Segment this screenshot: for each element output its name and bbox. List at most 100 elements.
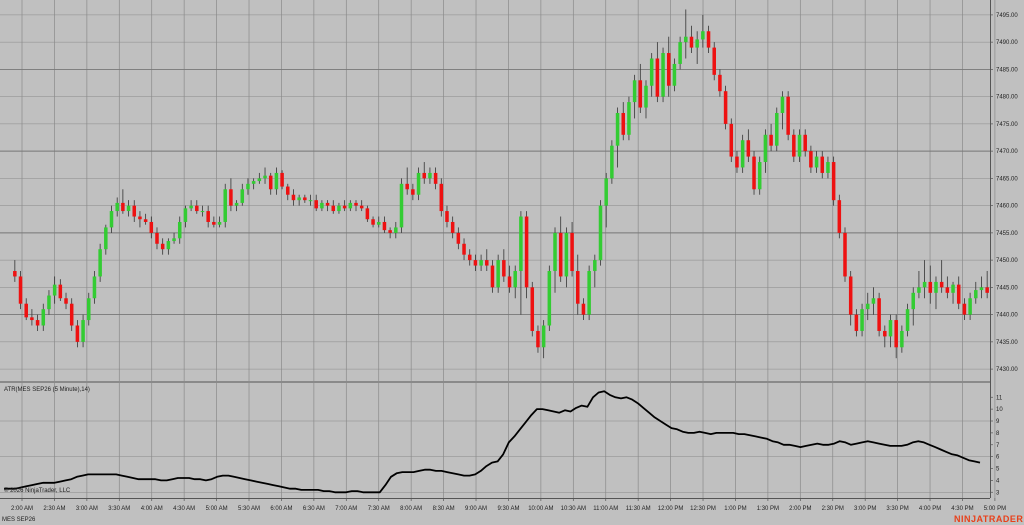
candle-body <box>24 303 28 318</box>
time-tick-label: 4:30 PM <box>951 506 973 512</box>
candle-body <box>160 243 165 250</box>
candle-body <box>553 232 557 272</box>
candle-body <box>570 232 574 272</box>
candle-body <box>883 330 887 337</box>
candle-body <box>195 205 199 212</box>
candle-body <box>149 221 154 233</box>
candle-body <box>644 85 648 108</box>
candle-body <box>689 36 694 48</box>
candle-body <box>917 287 921 293</box>
time-tick-label: 1:00 PM <box>724 506 746 512</box>
candle-body <box>422 172 427 179</box>
candle-body <box>780 96 785 113</box>
candle-body <box>513 271 517 288</box>
candle-body <box>723 91 728 124</box>
candle-body <box>280 172 284 187</box>
candle-body <box>615 112 620 146</box>
candle-body <box>257 178 262 182</box>
candle-body <box>672 63 677 86</box>
time-axis: 2:00 AM 2:30 AM 3:00 AM 3:30 AM 4:00 AM 4:30 … <box>11 498 1006 512</box>
candle-body <box>945 287 950 293</box>
atr-tick-label: 8 <box>996 431 1000 437</box>
candle-body <box>109 211 114 228</box>
candle-body <box>900 330 904 348</box>
price-tick-label: 7445.00 <box>996 285 1018 291</box>
candle-body <box>530 287 535 331</box>
candle-body <box>143 219 148 222</box>
candle-body <box>922 281 927 288</box>
candle-body <box>126 205 131 212</box>
candle-body <box>286 186 290 195</box>
candle-body <box>604 178 608 206</box>
candle-body <box>297 197 301 201</box>
time-tick-label: 4:00 AM <box>141 506 163 512</box>
candle-body <box>69 303 74 326</box>
atr-tick-label: 11 <box>996 395 1003 401</box>
candle-body <box>405 183 409 190</box>
price-tick-label: 7440.00 <box>996 313 1018 319</box>
time-tick-label: 2:00 AM <box>11 506 33 512</box>
candle-body <box>485 260 489 266</box>
price-tick-label: 7490.00 <box>996 40 1018 46</box>
candle-body <box>701 31 705 40</box>
price-candles <box>13 9 989 359</box>
time-tick-label: 3:00 AM <box>76 506 98 512</box>
time-tick-label: 8:00 AM <box>400 506 422 512</box>
candle-body <box>399 183 404 228</box>
atr-tick-label: 6 <box>996 455 1000 461</box>
candle-body <box>757 162 762 190</box>
price-axis: 7430.00 7435.00 7440.00 7445.00 7450.00 7455.… <box>990 13 1018 373</box>
time-tick-label: 1:30 PM <box>757 506 779 512</box>
candle-body <box>450 221 455 233</box>
candle-body <box>775 112 779 146</box>
candle-body <box>797 134 802 157</box>
candle-body <box>104 227 108 250</box>
price-tick-label: 7460.00 <box>996 204 1018 210</box>
atr-panel <box>4 390 981 494</box>
time-tick-label: 11:00 AM <box>593 506 618 512</box>
candle-body <box>479 260 483 266</box>
candle-body <box>507 276 512 288</box>
candle-body <box>172 238 176 242</box>
candle-body <box>956 284 961 304</box>
time-tick-label: 12:30 PM <box>690 506 716 512</box>
candle-body <box>13 271 17 277</box>
price-tick-label: 7455.00 <box>996 231 1018 237</box>
candle-body <box>820 156 825 173</box>
candle-body <box>382 221 387 231</box>
candle-body <box>894 320 898 348</box>
candle-body <box>814 156 819 168</box>
atr-tick-label: 9 <box>996 419 1000 425</box>
candle-body <box>92 276 97 299</box>
candle-body <box>536 330 540 348</box>
time-tick-label: 3:30 PM <box>886 506 908 512</box>
candle-body <box>695 39 699 48</box>
candle-body <box>308 200 313 202</box>
candle-body <box>803 134 807 152</box>
copyright-label: © 2026 NinjaTrader, LLC <box>4 487 71 494</box>
candle-body <box>928 281 933 293</box>
candle-body <box>132 205 137 217</box>
candle-body <box>638 80 643 108</box>
candle-body <box>41 309 46 326</box>
candle-body <box>223 189 227 222</box>
candle-body <box>865 303 870 310</box>
candle-body <box>263 175 267 179</box>
price-tick-label: 7470.00 <box>996 149 1018 155</box>
price-tick-label: 7475.00 <box>996 122 1018 128</box>
candle-body <box>365 208 370 220</box>
atr-tick-label: 7 <box>996 443 1000 449</box>
candle-body <box>496 260 500 288</box>
candle-body <box>473 260 478 266</box>
candle-body <box>809 151 813 168</box>
candle-body <box>985 287 989 293</box>
time-tick-label: 5:00 AM <box>206 506 228 512</box>
candle-body <box>359 205 364 209</box>
candle-body <box>456 232 461 244</box>
atr-tick-label: 10 <box>996 407 1003 413</box>
candle-body <box>30 317 34 321</box>
candle-body <box>564 232 569 277</box>
time-tick-label: 4:30 AM <box>173 506 195 512</box>
candle-body <box>342 205 347 209</box>
candle-body <box>206 211 210 222</box>
